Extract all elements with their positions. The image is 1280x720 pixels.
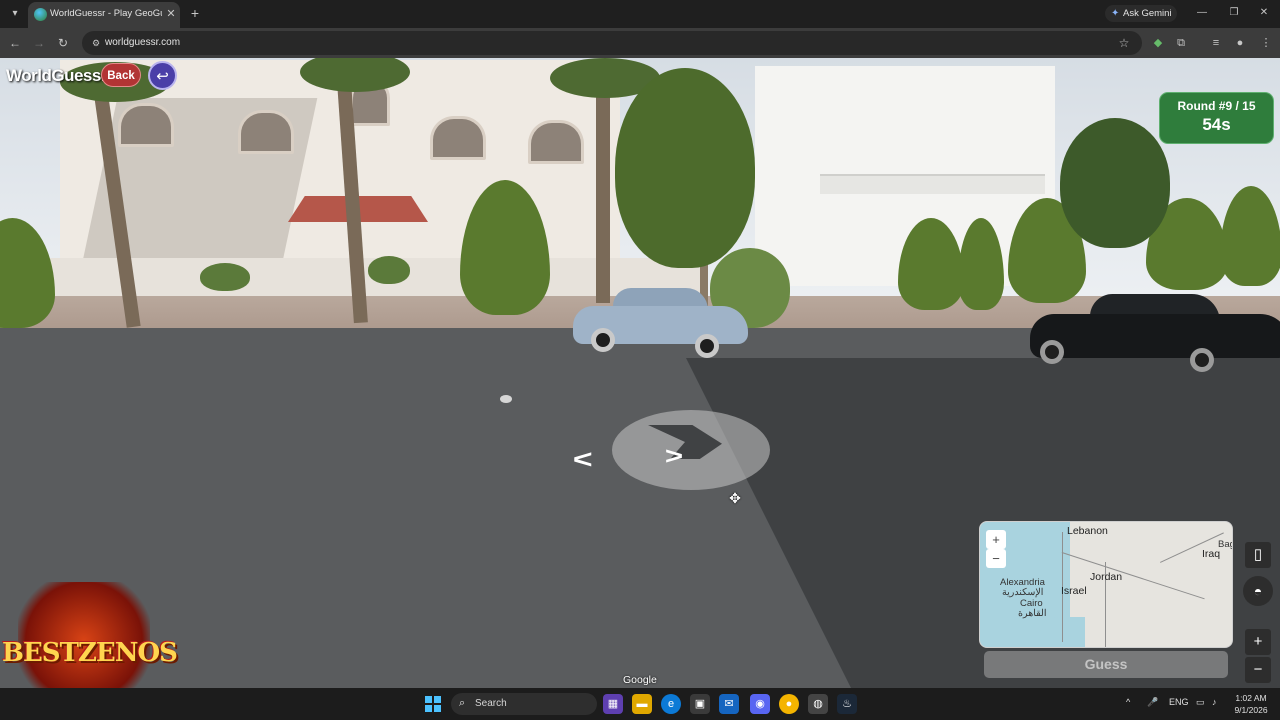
reload-icon[interactable]: ↻	[54, 34, 72, 52]
back-arrow-icon[interactable]: ←	[6, 34, 24, 52]
move-cursor-icon: ✥	[729, 490, 741, 506]
more-menu-icon[interactable]: ⋮	[1257, 34, 1275, 52]
map-zoom-in-button[interactable]: +	[986, 530, 1006, 549]
microphone-icon[interactable]: 🎤	[1147, 697, 1158, 708]
zoom-out-icon[interactable]: −	[1245, 657, 1271, 683]
address-bar[interactable]: ⚙ worldguessr.com ☆	[82, 31, 1142, 55]
windows-taskbar: ⌕ Search ▦ ▬ e ▣ ✉ ◉ ● ◍ ♨ ^ 🎤 ENG ▭ ♪ 1…	[0, 688, 1280, 720]
extension-shield-icon[interactable]: ◆	[1149, 34, 1167, 52]
profile-avatar[interactable]: ●	[1231, 34, 1249, 52]
network-icon[interactable]: ▭	[1196, 697, 1205, 708]
ask-gemini-label: Ask Gemini	[1123, 8, 1172, 19]
minimize-icon[interactable]: —	[1194, 5, 1210, 21]
tab-title: WorldGuessr - Play GeoGuessr	[50, 8, 162, 19]
mail-app-icon[interactable]: ✉	[719, 694, 739, 714]
pan-left-arrow-icon[interactable]: <	[573, 446, 617, 472]
clock-date: 9/1/2026	[1234, 705, 1268, 715]
forward-arrow-icon[interactable]: →	[30, 34, 48, 52]
browser-toolbar: ← → ↻ ⚙ worldguessr.com ☆ ◆ ⧉ ≡ ● ⋮	[0, 28, 1280, 58]
google-attribution: Google	[623, 674, 657, 686]
ask-gemini-button[interactable]: ✦ Ask Gemini	[1105, 5, 1177, 22]
obs-app-icon[interactable]: ◍	[808, 694, 828, 714]
round-timer-panel: Round #9 / 15 54s	[1159, 92, 1274, 144]
url-text: worldguessr.com	[105, 37, 181, 48]
browser-tab-strip: ▾ WorldGuessr - Play GeoGuessr ✕ + ✦ Ask…	[0, 0, 1280, 28]
site-info-icon[interactable]: ⚙	[90, 37, 102, 49]
steam-app-icon[interactable]: ♨	[837, 694, 857, 714]
map-label-lebanon: Lebanon	[1067, 525, 1108, 537]
store-app-icon[interactable]: ▣	[690, 694, 710, 714]
gemini-spark-icon: ✦	[1111, 8, 1120, 19]
windows-start-icon[interactable]	[425, 696, 441, 712]
extensions-puzzle-icon[interactable]: ⧉	[1172, 34, 1190, 52]
taskbar-clock[interactable]: 1:02 AM 9/1/2026	[1226, 692, 1276, 716]
active-tab[interactable]: WorldGuessr - Play GeoGuessr ✕	[28, 2, 180, 28]
round-counter: Round #9 / 15	[1177, 99, 1256, 113]
compass-icon[interactable]: ◓	[1243, 576, 1273, 606]
map-label-cairo-ar: القاهرة	[1018, 608, 1047, 619]
window-close-icon[interactable]: ✕	[1256, 5, 1272, 21]
map-label-alexandria-ar: الإسكندرية	[1002, 587, 1044, 598]
worldguessr-logo: WorldGuessr	[6, 66, 107, 85]
tab-close-icon[interactable]: ✕	[165, 7, 177, 21]
edge-browser-icon[interactable]: e	[661, 694, 681, 714]
tab-search-icon[interactable]: ▾	[6, 5, 24, 23]
expand-map-icon[interactable]: ▯	[1245, 542, 1271, 568]
clock-time: 1:02 AM	[1235, 693, 1267, 703]
map-label-israel: Israel	[1061, 585, 1087, 597]
discord-app-icon[interactable]: ◉	[750, 694, 770, 714]
new-tab-icon[interactable]: +	[187, 5, 203, 21]
reading-list-icon[interactable]: ≡	[1207, 34, 1225, 52]
language-indicator[interactable]: ENG	[1169, 697, 1189, 707]
zoom-in-icon[interactable]: +	[1245, 629, 1271, 655]
bookmark-star-icon[interactable]: ☆	[1116, 35, 1132, 51]
guess-button[interactable]: Guess	[984, 651, 1228, 678]
tray-overflow-icon[interactable]: ^	[1126, 697, 1130, 707]
widgets-app-icon[interactable]: ▦	[603, 694, 623, 714]
map-label-baghdad: Bag	[1218, 539, 1232, 550]
speaker-icon[interactable]: ♪	[1212, 697, 1217, 707]
map-zoom-out-button[interactable]: −	[986, 549, 1006, 568]
chrome-app-icon[interactable]: ●	[779, 694, 799, 714]
back-button[interactable]: Back	[101, 63, 141, 87]
search-icon: ⌕	[459, 697, 466, 709]
file-explorer-icon[interactable]: ▬	[632, 694, 652, 714]
silver-car	[573, 286, 748, 358]
guess-minimap[interactable]: Lebanon Iraq Bag Jordan Israel Alexandri…	[979, 521, 1233, 648]
return-to-start-icon[interactable]: ↩	[148, 61, 177, 90]
round-timer: 54s	[1202, 115, 1231, 134]
pan-right-arrow-icon[interactable]: >	[665, 445, 709, 469]
taskbar-search-label: Search	[475, 698, 507, 709]
globe-favicon-icon	[34, 8, 47, 21]
taskbar-search[interactable]: ⌕ Search	[451, 693, 597, 715]
bestzenos-logo-text: BESTZENOS	[2, 638, 178, 668]
black-car	[1030, 294, 1280, 374]
map-label-jordan: Jordan	[1090, 571, 1123, 583]
restore-icon[interactable]: ❐	[1226, 5, 1242, 21]
